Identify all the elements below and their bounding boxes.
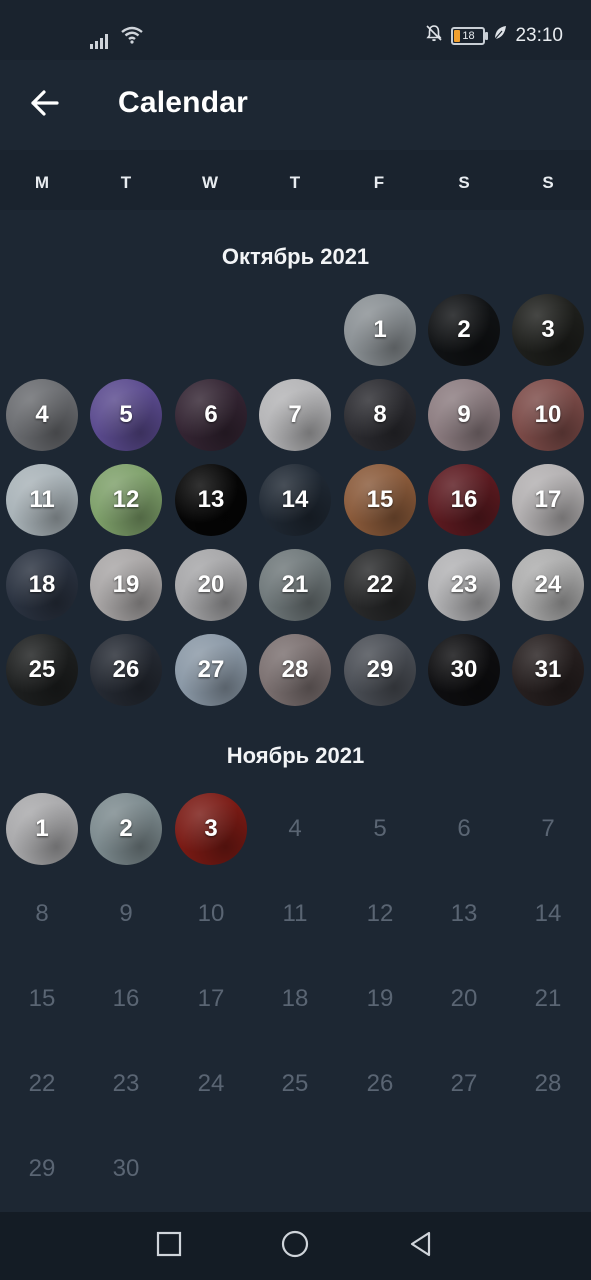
day-cell-with-media[interactable]: 1 bbox=[344, 294, 416, 366]
back-button[interactable] bbox=[20, 82, 70, 128]
day-cell: 22 bbox=[28, 1070, 56, 1097]
day-cell: 8 bbox=[35, 900, 49, 927]
day-cell-with-media[interactable]: 5 bbox=[90, 379, 162, 451]
day-cell-with-media[interactable]: 6 bbox=[175, 379, 247, 451]
day-cell: 12 bbox=[366, 900, 394, 927]
day-cell-with-media[interactable]: 29 bbox=[344, 634, 416, 706]
day-cell-with-media[interactable]: 15 bbox=[344, 464, 416, 536]
day-cell-with-media[interactable]: 16 bbox=[428, 464, 500, 536]
day-cell-with-media[interactable]: 3 bbox=[512, 294, 584, 366]
weekday-header: M T W T F S S bbox=[0, 150, 591, 210]
day-cell-with-media[interactable]: 22 bbox=[344, 549, 416, 621]
day-cell-with-media[interactable]: 26 bbox=[90, 634, 162, 706]
recents-square-icon bbox=[156, 1231, 182, 1262]
day-cell: 15 bbox=[28, 985, 56, 1012]
day-cell-with-media[interactable]: 11 bbox=[6, 464, 78, 536]
month-title: Ноябрь 2021 bbox=[226, 743, 365, 768]
back-triangle-icon bbox=[407, 1230, 435, 1263]
day-cell: 19 bbox=[366, 985, 394, 1012]
day-cell-with-media[interactable]: 7 bbox=[259, 379, 331, 451]
day-cell: 23 bbox=[112, 1070, 140, 1097]
arrow-left-icon bbox=[30, 89, 60, 122]
day-cell: 25 bbox=[281, 1070, 309, 1097]
day-cell-with-media[interactable]: 2 bbox=[90, 793, 162, 865]
day-cell: 28 bbox=[534, 1070, 562, 1097]
day-cell: 6 bbox=[457, 815, 471, 842]
day-cell-with-media[interactable]: 12 bbox=[90, 464, 162, 536]
day-cell-with-media[interactable]: 10 bbox=[512, 379, 584, 451]
day-cell-with-media[interactable]: 27 bbox=[175, 634, 247, 706]
day-cell-with-media[interactable]: 14 bbox=[259, 464, 331, 536]
mute-bell-icon bbox=[425, 24, 443, 48]
navigation-bar bbox=[0, 1212, 591, 1280]
day-cell: 26 bbox=[366, 1070, 394, 1097]
weekday-label: S bbox=[458, 173, 470, 192]
day-cell: 10 bbox=[197, 900, 225, 927]
status-time: 23:10 bbox=[515, 25, 563, 46]
day-cell-with-media[interactable]: 8 bbox=[344, 379, 416, 451]
day-cell-with-media[interactable]: 1 bbox=[6, 793, 78, 865]
weekday-label: M bbox=[34, 173, 50, 192]
day-cell-with-media[interactable]: 24 bbox=[512, 549, 584, 621]
signal-icon bbox=[90, 34, 108, 49]
day-cell: 24 bbox=[197, 1070, 225, 1097]
day-cell-with-media[interactable]: 31 bbox=[512, 634, 584, 706]
weekday-label: T bbox=[289, 173, 301, 192]
recents-button[interactable] bbox=[149, 1226, 189, 1266]
day-cell: 16 bbox=[112, 985, 140, 1012]
wifi-icon bbox=[120, 26, 144, 49]
weekday-label: W bbox=[201, 173, 219, 192]
nav-back-button[interactable] bbox=[401, 1226, 441, 1266]
day-cell-with-media[interactable]: 23 bbox=[428, 549, 500, 621]
leaf-icon bbox=[493, 25, 507, 47]
home-circle-icon bbox=[280, 1229, 310, 1264]
weekday-label: S bbox=[542, 173, 554, 192]
day-cell: 29 bbox=[28, 1155, 56, 1182]
home-button[interactable] bbox=[275, 1226, 315, 1266]
day-cell: 18 bbox=[281, 985, 309, 1012]
day-cell: 5 bbox=[373, 815, 387, 842]
day-cell: 7 bbox=[541, 815, 555, 842]
day-cell-with-media[interactable]: 3 bbox=[175, 793, 247, 865]
battery-level: 18 bbox=[462, 30, 475, 42]
page-title: Calendar bbox=[118, 86, 248, 119]
app-bar: Calendar bbox=[0, 60, 591, 150]
weekday-label: T bbox=[120, 173, 132, 192]
day-cell: 27 bbox=[450, 1070, 478, 1097]
day-cell-with-media[interactable]: 30 bbox=[428, 634, 500, 706]
day-cell-with-media[interactable]: 2 bbox=[428, 294, 500, 366]
day-cell-with-media[interactable]: 18 bbox=[6, 549, 78, 621]
day-cell-with-media[interactable]: 28 bbox=[259, 634, 331, 706]
month-title: Октябрь 2021 bbox=[221, 244, 370, 269]
status-icons-left bbox=[90, 26, 144, 49]
day-cell: 11 bbox=[282, 900, 308, 927]
day-cell-with-media[interactable]: 9 bbox=[428, 379, 500, 451]
day-cell: 4 bbox=[288, 815, 302, 842]
day-cell-with-media[interactable]: 21 bbox=[259, 549, 331, 621]
day-cell: 17 bbox=[197, 985, 225, 1012]
day-cell-with-media[interactable]: 20 bbox=[175, 549, 247, 621]
day-cell-with-media[interactable]: 13 bbox=[175, 464, 247, 536]
day-cell-with-media[interactable]: 25 bbox=[6, 634, 78, 706]
status-bar: 18 23:10 bbox=[0, 0, 591, 60]
day-cell-with-media[interactable]: 19 bbox=[90, 549, 162, 621]
day-cell: 30 bbox=[112, 1155, 140, 1182]
day-cell-with-media[interactable]: 17 bbox=[512, 464, 584, 536]
day-cell-with-media[interactable]: 4 bbox=[6, 379, 78, 451]
day-cell: 9 bbox=[119, 900, 133, 927]
weekday-label: F bbox=[373, 173, 385, 192]
day-cell: 14 bbox=[534, 900, 562, 927]
status-icons-right: 18 23:10 bbox=[425, 24, 563, 48]
day-cell: 21 bbox=[534, 985, 562, 1012]
battery-icon: 18 bbox=[451, 27, 489, 45]
day-cell: 13 bbox=[450, 900, 478, 927]
day-cell: 20 bbox=[450, 985, 478, 1012]
